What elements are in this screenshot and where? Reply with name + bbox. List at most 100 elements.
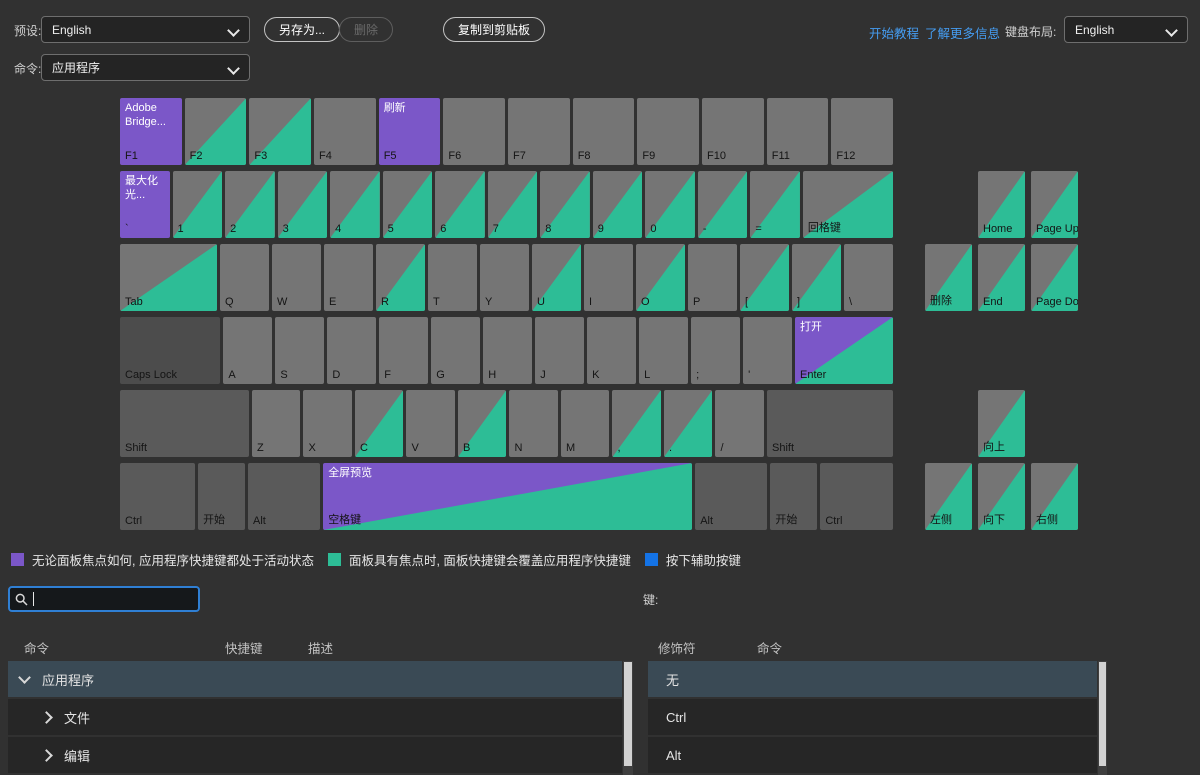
key-y[interactable]: Y <box>480 244 529 311</box>
key-r[interactable]: R <box>376 244 425 311</box>
search-box[interactable] <box>8 586 200 612</box>
key-4[interactable]: 4 <box>330 171 380 238</box>
key-alt-right[interactable]: Alt <box>695 463 767 530</box>
key-l[interactable]: L <box>639 317 688 384</box>
key-0[interactable]: 0 <box>645 171 695 238</box>
key-i[interactable]: I <box>584 244 633 311</box>
key-o[interactable]: O <box>636 244 685 311</box>
key-3[interactable]: 3 <box>278 171 328 238</box>
delete-button[interactable]: 删除 <box>339 17 393 42</box>
key-d[interactable]: D <box>327 317 376 384</box>
key-f[interactable]: F <box>379 317 428 384</box>
command-tree-row[interactable]: 文件 <box>8 699 622 735</box>
chevron-right-icon[interactable] <box>40 711 53 724</box>
key-bracket-left[interactable]: [ <box>740 244 789 311</box>
key-arrow-left[interactable]: 左侧 <box>925 463 972 530</box>
modifier-row[interactable]: 无 <box>648 661 1097 697</box>
modifier-row[interactable]: Ctrl <box>648 699 1097 735</box>
key-page-up[interactable]: Page Up <box>1031 171 1078 238</box>
key-period[interactable]: . <box>664 390 713 457</box>
key-ctrl-left[interactable]: Ctrl <box>120 463 195 530</box>
key-arrow-down[interactable]: 向下 <box>978 463 1025 530</box>
key-alt-left[interactable]: Alt <box>248 463 320 530</box>
key-slash[interactable]: / <box>715 390 764 457</box>
key-f8[interactable]: F8 <box>573 98 635 165</box>
key-page-down[interactable]: Page Down <box>1031 244 1078 311</box>
key-k[interactable]: K <box>587 317 636 384</box>
key-7[interactable]: 7 <box>488 171 538 238</box>
key-quote[interactable]: ' <box>743 317 792 384</box>
key-delete[interactable]: 删除 <box>925 244 972 311</box>
key-arrow-right[interactable]: 右侧 <box>1031 463 1078 530</box>
key-backslash[interactable]: \ <box>844 244 893 311</box>
key-backtick[interactable]: 最大化 光...` <box>120 171 170 238</box>
key-z[interactable]: Z <box>252 390 301 457</box>
key-c[interactable]: C <box>355 390 404 457</box>
copy-to-clipboard-button[interactable]: 复制到剪贴板 <box>443 17 545 42</box>
key-home[interactable]: Home <box>978 171 1025 238</box>
key-h[interactable]: H <box>483 317 532 384</box>
key-enter[interactable]: 打开Enter <box>795 317 893 384</box>
key-space[interactable]: 全屏预览空格键 <box>323 463 692 530</box>
key-caps-lock[interactable]: Caps Lock <box>120 317 220 384</box>
key-f6[interactable]: F6 <box>443 98 505 165</box>
scrollbar-thumb[interactable] <box>1099 662 1106 766</box>
key-g[interactable]: G <box>431 317 480 384</box>
save-as-button[interactable]: 另存为... <box>264 17 340 42</box>
key-arrow-up[interactable]: 向上 <box>978 390 1025 457</box>
key-bracket-right[interactable]: ] <box>792 244 841 311</box>
key-shift-left[interactable]: Shift <box>120 390 249 457</box>
start-tutorial-link[interactable]: 开始教程 <box>869 23 919 42</box>
command-tree-row[interactable]: 应用程序 <box>8 661 622 697</box>
modifier-row[interactable]: Alt <box>648 737 1097 773</box>
key-6[interactable]: 6 <box>435 171 485 238</box>
key-n[interactable]: N <box>509 390 558 457</box>
chevron-right-icon[interactable] <box>40 749 53 762</box>
key-s[interactable]: S <box>275 317 324 384</box>
key-m[interactable]: M <box>561 390 610 457</box>
key-9[interactable]: 9 <box>593 171 643 238</box>
key-e[interactable]: E <box>324 244 373 311</box>
key-1[interactable]: 1 <box>173 171 223 238</box>
preset-select[interactable]: English <box>41 16 250 43</box>
key-w[interactable]: W <box>272 244 321 311</box>
key-b[interactable]: B <box>458 390 507 457</box>
key-f3[interactable]: F3 <box>249 98 311 165</box>
key-2[interactable]: 2 <box>225 171 275 238</box>
key-semicolon[interactable]: ; <box>691 317 740 384</box>
key-u[interactable]: U <box>532 244 581 311</box>
key-f12[interactable]: F12 <box>831 98 893 165</box>
key-v[interactable]: V <box>406 390 455 457</box>
key-j[interactable]: J <box>535 317 584 384</box>
key-5[interactable]: 5 <box>383 171 433 238</box>
search-input[interactable] <box>34 591 193 607</box>
key-shift-right[interactable]: Shift <box>767 390 893 457</box>
key-f7[interactable]: F7 <box>508 98 570 165</box>
key-backspace[interactable]: 回格键 <box>803 171 893 238</box>
key-equals[interactable]: = <box>750 171 800 238</box>
key-f1[interactable]: Adobe Bridge...F1 <box>120 98 182 165</box>
key-f5[interactable]: 刷新F5 <box>379 98 441 165</box>
key-f10[interactable]: F10 <box>702 98 764 165</box>
command-tree-row[interactable]: 编辑 <box>8 737 622 773</box>
key-minus[interactable]: - <box>698 171 748 238</box>
key-comma[interactable]: , <box>612 390 661 457</box>
key-start-right[interactable]: 开始 <box>770 463 817 530</box>
key-f4[interactable]: F4 <box>314 98 376 165</box>
learn-more-link[interactable]: 了解更多信息 <box>925 23 1000 42</box>
key-a[interactable]: A <box>223 317 272 384</box>
key-p[interactable]: P <box>688 244 737 311</box>
key-start-left[interactable]: 开始 <box>198 463 245 530</box>
keyboard-layout-select[interactable]: English <box>1064 16 1188 43</box>
key-t[interactable]: T <box>428 244 477 311</box>
key-8[interactable]: 8 <box>540 171 590 238</box>
key-end[interactable]: End <box>978 244 1025 311</box>
key-f9[interactable]: F9 <box>637 98 699 165</box>
key-f11[interactable]: F11 <box>767 98 829 165</box>
command-tree-scrollbar[interactable] <box>623 661 633 775</box>
key-x[interactable]: X <box>303 390 352 457</box>
key-f2[interactable]: F2 <box>185 98 247 165</box>
scrollbar-thumb[interactable] <box>624 662 632 766</box>
command-select[interactable]: 应用程序 <box>41 54 250 81</box>
modifier-list-scrollbar[interactable] <box>1098 661 1107 775</box>
